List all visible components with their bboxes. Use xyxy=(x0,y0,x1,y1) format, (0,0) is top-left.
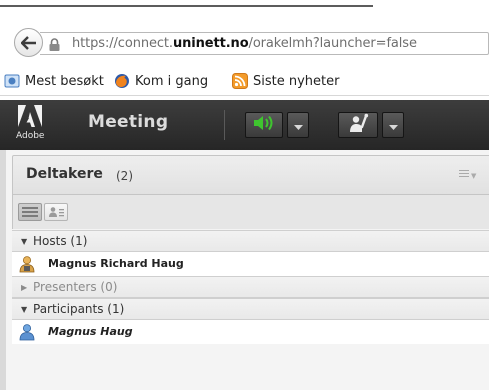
section-hosts[interactable]: ▼ Hosts (1) xyxy=(12,230,489,252)
meeting-menu[interactable]: Meeting xyxy=(88,112,168,132)
attendee-row[interactable]: Magnus Haug xyxy=(12,320,489,344)
detail-view-button[interactable] xyxy=(44,203,68,221)
attendee-row[interactable]: Magnus Richard Haug xyxy=(12,252,489,276)
back-arrow-icon xyxy=(20,35,37,50)
back-button[interactable] xyxy=(14,28,43,57)
bookmark-latest-news[interactable]: Siste nyheter xyxy=(232,73,339,89)
pod-options-menu-icon[interactable]: ▼ xyxy=(459,170,476,182)
firefox-icon xyxy=(114,73,130,89)
section-label: Participants (1) xyxy=(33,302,125,316)
collapsed-triangle-icon: ▶ xyxy=(21,283,28,292)
section-participants[interactable]: ▼ Participants (1) xyxy=(12,298,489,320)
navigation-bar: https://connect.uninett.no/orakelmh?laun… xyxy=(0,8,489,68)
most-visited-icon xyxy=(4,73,20,89)
view-mode-bar xyxy=(12,195,489,229)
section-label: Hosts (1) xyxy=(33,234,88,248)
bookmark-getting-started[interactable]: Kom i gang xyxy=(114,73,208,89)
chevron-down-icon xyxy=(293,116,303,135)
user-card-icon xyxy=(45,205,67,224)
bookmark-most-visited[interactable]: Mest besøkt xyxy=(4,73,104,89)
chevron-down-icon xyxy=(388,116,398,135)
attendee-name: Magnus Haug xyxy=(48,325,133,338)
url-text: https://connect.uninett.no/orakelmh?laun… xyxy=(72,36,417,51)
url-prefix: https://connect. xyxy=(72,36,173,51)
adobe-logo-icon xyxy=(18,105,42,127)
section-presenters[interactable]: ▶ Presenters (0) xyxy=(12,276,489,298)
lock-icon xyxy=(48,37,61,51)
adobe-logo-text: Adobe xyxy=(16,131,45,141)
section-label: Presenters (0) xyxy=(33,280,118,294)
bookmark-label: Mest besøkt xyxy=(25,73,104,89)
speaker-icon xyxy=(252,114,276,136)
bookmarks-toolbar: Mest besøkt Kom i gang Siste nyheter xyxy=(0,68,489,96)
pod-header: Deltakere (2) ▼ xyxy=(12,155,489,195)
attendee-name: Magnus Richard Haug xyxy=(48,257,184,270)
bookmark-label: Siste nyheter xyxy=(253,73,340,89)
attendee-count: (2) xyxy=(116,169,133,183)
speaker-dropdown-button[interactable] xyxy=(287,112,309,138)
raise-hand-icon xyxy=(347,113,369,137)
tab-strip-edge xyxy=(0,5,373,7)
participant-icon xyxy=(18,323,36,341)
pod-title: Deltakere xyxy=(26,166,103,182)
status-dropdown-button[interactable] xyxy=(382,112,404,138)
raise-hand-button[interactable] xyxy=(338,112,378,138)
url-path: /orakelmh?launcher=false xyxy=(248,36,417,51)
list-view-icon xyxy=(19,205,41,224)
adobe-logo: Adobe xyxy=(16,105,44,145)
tab-strip xyxy=(0,0,489,8)
address-bar[interactable]: https://connect.uninett.no/orakelmh?laun… xyxy=(40,32,489,55)
expanded-triangle-icon: ▼ xyxy=(21,237,28,246)
rss-feed-icon xyxy=(232,73,248,89)
url-domain: uninett.no xyxy=(172,36,249,51)
app-toolbar: Adobe Meeting xyxy=(0,100,489,150)
toolbar-divider xyxy=(224,110,225,140)
list-view-button[interactable] xyxy=(18,203,42,221)
attendees-pod: Deltakere (2) ▼ ▼ Hosts (1) Magnus Richa… xyxy=(0,150,489,390)
speaker-button[interactable] xyxy=(245,112,283,138)
bookmark-label: Kom i gang xyxy=(135,73,209,89)
host-icon xyxy=(18,255,36,273)
expanded-triangle-icon: ▼ xyxy=(21,305,28,314)
